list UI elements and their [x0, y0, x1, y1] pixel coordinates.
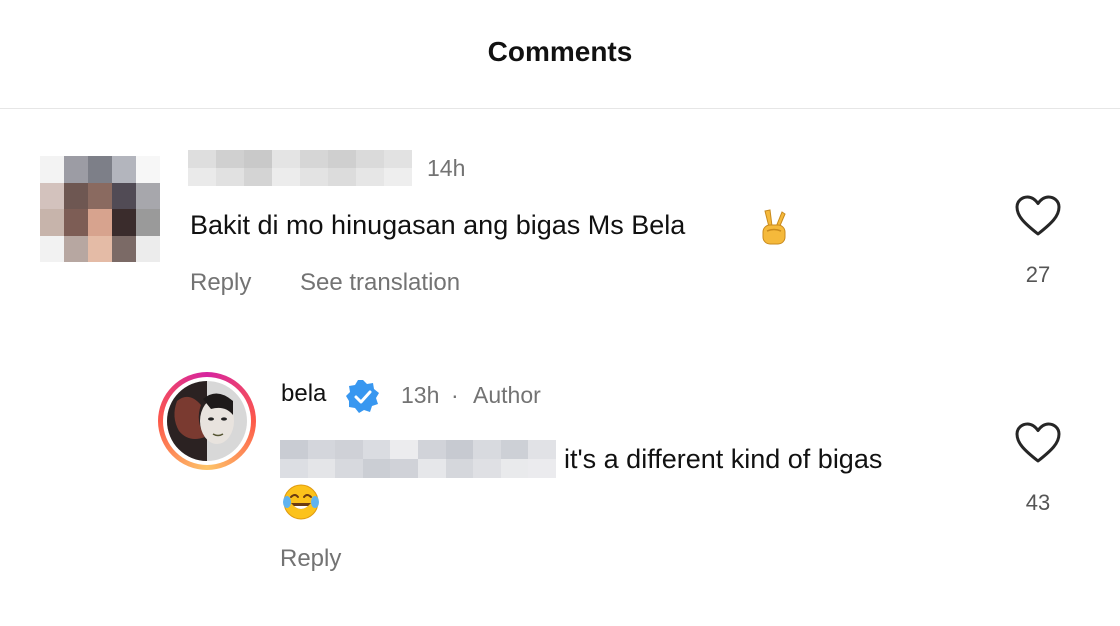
commenter-username-blurred[interactable] — [188, 150, 412, 186]
comments-header: Comments — [0, 0, 1120, 109]
heart-icon[interactable] — [1014, 194, 1062, 238]
story-ring[interactable] — [158, 372, 256, 470]
peace-sign-emoji — [762, 209, 786, 245]
avatar — [167, 381, 247, 461]
reply-text: it's a different kind of bigas — [564, 444, 883, 474]
like-count: 43 — [1025, 490, 1051, 515]
page-title: Comments — [487, 36, 633, 67]
reply-button[interactable]: Reply — [280, 545, 341, 573]
author-label: Author — [473, 382, 541, 408]
tears-of-joy-emoji — [283, 484, 319, 520]
reply-timestamp: 13h — [401, 382, 440, 408]
see-translation-button[interactable]: See translation — [300, 269, 460, 297]
like-count: 27 — [1025, 262, 1051, 287]
mention-blurred[interactable] — [280, 440, 556, 478]
avatar-image — [167, 381, 247, 461]
commenter-avatar-blurred[interactable] — [40, 156, 160, 262]
verified-badge-icon — [346, 380, 379, 413]
reply-username[interactable]: bela — [281, 380, 326, 408]
reply-button[interactable]: Reply — [190, 269, 251, 297]
separator-dot: · — [451, 382, 459, 408]
heart-icon[interactable] — [1014, 421, 1062, 465]
comment-text: Bakit di mo hinugasan ang bigas Ms Bela — [190, 210, 686, 240]
comment-timestamp: 14h — [427, 155, 466, 181]
